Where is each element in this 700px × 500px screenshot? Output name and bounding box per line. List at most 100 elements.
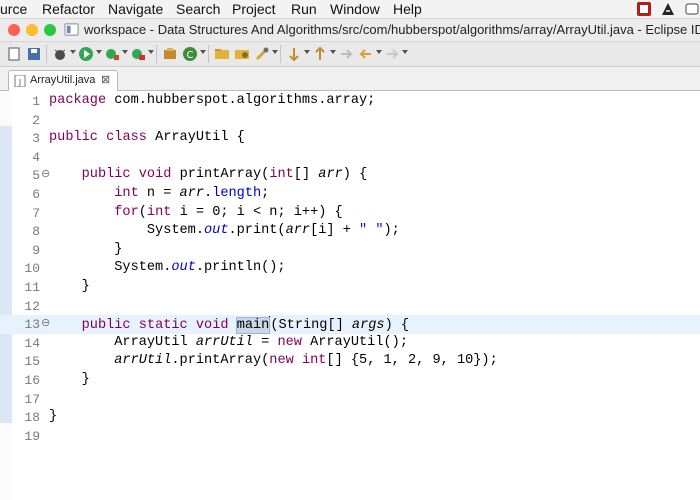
- debug-dropdown-icon[interactable]: [70, 50, 76, 54]
- close-tab-icon[interactable]: ⊠: [101, 73, 110, 86]
- line-number: 15: [24, 354, 40, 370]
- external-tools-icon[interactable]: [130, 46, 146, 62]
- toolbar-separator: [156, 45, 157, 63]
- debug-icon[interactable]: [52, 46, 68, 62]
- line-number: 16: [24, 373, 40, 388]
- zoom-window-button[interactable]: [44, 24, 56, 36]
- code-line[interactable]: 6 int n = arr.length;: [0, 185, 700, 204]
- menu-bar: urce Refactor Navigate Search Project Ru…: [0, 0, 700, 19]
- menu-run[interactable]: Run: [291, 1, 317, 17]
- external-tools-dropdown-icon[interactable]: [148, 50, 154, 54]
- code-line[interactable]: 10 System.out.println();: [0, 259, 700, 278]
- shortcut-icon[interactable]: [684, 1, 700, 17]
- search-icon[interactable]: [254, 46, 270, 62]
- menu-source[interactable]: urce: [0, 1, 27, 17]
- code-editor[interactable]: 1 package com.hubberspot.algorithms.array…: [0, 91, 700, 500]
- current-code-line[interactable]: 13 ⊖ public static void main(String[] arg…: [0, 315, 700, 335]
- last-edit-icon[interactable]: [338, 46, 354, 62]
- code-text[interactable]: package com.hubberspot.algorithms.array;: [49, 93, 375, 108]
- code-text[interactable]: public class ArrayUtil {: [49, 130, 245, 145]
- code-text[interactable]: }: [49, 242, 122, 257]
- code-line[interactable]: 11 }: [0, 278, 700, 297]
- search-dropdown-icon[interactable]: [272, 50, 278, 54]
- forward-dropdown-icon[interactable]: [402, 50, 408, 54]
- menu-navigate[interactable]: Navigate: [108, 1, 163, 17]
- line-number: 19: [24, 428, 40, 444]
- coverage-icon[interactable]: [104, 46, 120, 62]
- code-text[interactable]: ArrayUtil arrUtil = new ArrayUtil();: [49, 335, 408, 350]
- tab-arrayutil-java[interactable]: J ArrayUtil.java ⊠: [8, 70, 118, 91]
- code-line[interactable]: 7 for(int i = 0; i < n; i++) {: [0, 204, 700, 223]
- save-icon[interactable]: [26, 46, 42, 62]
- code-line[interactable]: 9 }: [0, 241, 700, 260]
- toolbar-separator: [46, 45, 47, 63]
- apple-logo-icon[interactable]: [636, 1, 652, 17]
- line-number: 5: [32, 168, 40, 184]
- menu-search[interactable]: Search: [176, 1, 220, 17]
- line-number: 10: [24, 261, 40, 277]
- code-line[interactable]: 4: [0, 148, 700, 167]
- code-line[interactable]: 1 package com.hubberspot.algorithms.array…: [0, 92, 700, 111]
- tab-label: ArrayUtil.java: [30, 74, 96, 86]
- code-line[interactable]: 2: [0, 111, 700, 130]
- status-icon[interactable]: [660, 1, 676, 17]
- back-dropdown-icon[interactable]: [376, 50, 382, 54]
- code-line[interactable]: 14 ArrayUtil arrUtil = new ArrayUtil();: [0, 334, 700, 353]
- menu-refactor[interactable]: Refactor: [42, 1, 95, 17]
- code-line[interactable]: 3 public class ArrayUtil {: [0, 129, 700, 148]
- code-line[interactable]: 18}: [0, 408, 700, 427]
- back-icon[interactable]: [358, 46, 374, 62]
- code-line[interactable]: 8 System.out.print(arr[i] + " ");: [0, 222, 700, 241]
- line-number: 1: [32, 94, 40, 109]
- line-number: 4: [32, 149, 40, 165]
- code-text[interactable]: }: [49, 409, 57, 424]
- open-type-icon[interactable]: [214, 46, 230, 62]
- coverage-dropdown-icon[interactable]: [122, 50, 128, 54]
- run-icon[interactable]: [78, 46, 94, 62]
- line-number: 17: [24, 391, 40, 407]
- menu-help[interactable]: Help: [393, 1, 422, 17]
- code-text[interactable]: System.out.print(arr[i] + " ");: [49, 223, 400, 238]
- code-line[interactable]: 19: [0, 427, 700, 446]
- next-annotation-icon[interactable]: [286, 46, 302, 62]
- previous-annotation-dropdown-icon[interactable]: [330, 50, 336, 54]
- code-text[interactable]: arrUtil.printArray(new int[] {5, 1, 2, 9…: [49, 353, 497, 368]
- next-annotation-dropdown-icon[interactable]: [304, 50, 310, 54]
- code-line[interactable]: 12: [0, 297, 700, 316]
- line-number: 18: [24, 410, 40, 426]
- code-line[interactable]: 15 arrUtil.printArray(new int[] {5, 1, 2…: [0, 352, 700, 371]
- line-number: 11: [24, 280, 40, 295]
- new-icon[interactable]: [6, 46, 22, 62]
- line-number: 13: [24, 317, 40, 333]
- title-bar: workspace - Data Structures And Algorith…: [0, 19, 700, 42]
- code-text[interactable]: public void printArray(int[] arr) {: [49, 167, 368, 182]
- code-text[interactable]: for(int i = 0; i < n; i++) {: [49, 205, 342, 220]
- line-number: 7: [32, 205, 40, 221]
- code-text[interactable]: public static void main(String[] args) {: [49, 316, 409, 335]
- close-window-button[interactable]: [8, 24, 20, 36]
- code-line[interactable]: 17: [0, 390, 700, 409]
- code-text[interactable]: System.out.println();: [49, 260, 285, 275]
- new-class-dropdown-icon[interactable]: [200, 50, 206, 54]
- code-text[interactable]: int n = arr.length;: [49, 186, 269, 201]
- line-number: 6: [32, 187, 40, 202]
- new-package-icon[interactable]: [162, 46, 178, 62]
- open-task-icon[interactable]: [234, 46, 250, 62]
- svg-text:C: C: [187, 50, 194, 61]
- new-class-icon[interactable]: C: [182, 46, 198, 62]
- line-number: 8: [32, 224, 40, 240]
- menu-window[interactable]: Window: [330, 1, 380, 17]
- code-line[interactable]: 5 ⊖ public void printArray(int[] arr) {: [0, 166, 700, 185]
- minimize-window-button[interactable]: [26, 24, 38, 36]
- menu-project[interactable]: Project: [232, 1, 276, 17]
- window-title: workspace - Data Structures And Algorith…: [84, 22, 700, 37]
- run-dropdown-icon[interactable]: [96, 50, 102, 54]
- code-text[interactable]: }: [49, 372, 90, 387]
- toolbar-separator: [208, 45, 209, 63]
- forward-icon[interactable]: [384, 46, 400, 62]
- toolbar: C: [0, 42, 700, 67]
- editor-tab-bar: J ArrayUtil.java ⊠: [0, 67, 700, 91]
- code-line[interactable]: 16 }: [0, 371, 700, 390]
- previous-annotation-icon[interactable]: [312, 46, 328, 62]
- code-text[interactable]: }: [49, 279, 90, 294]
